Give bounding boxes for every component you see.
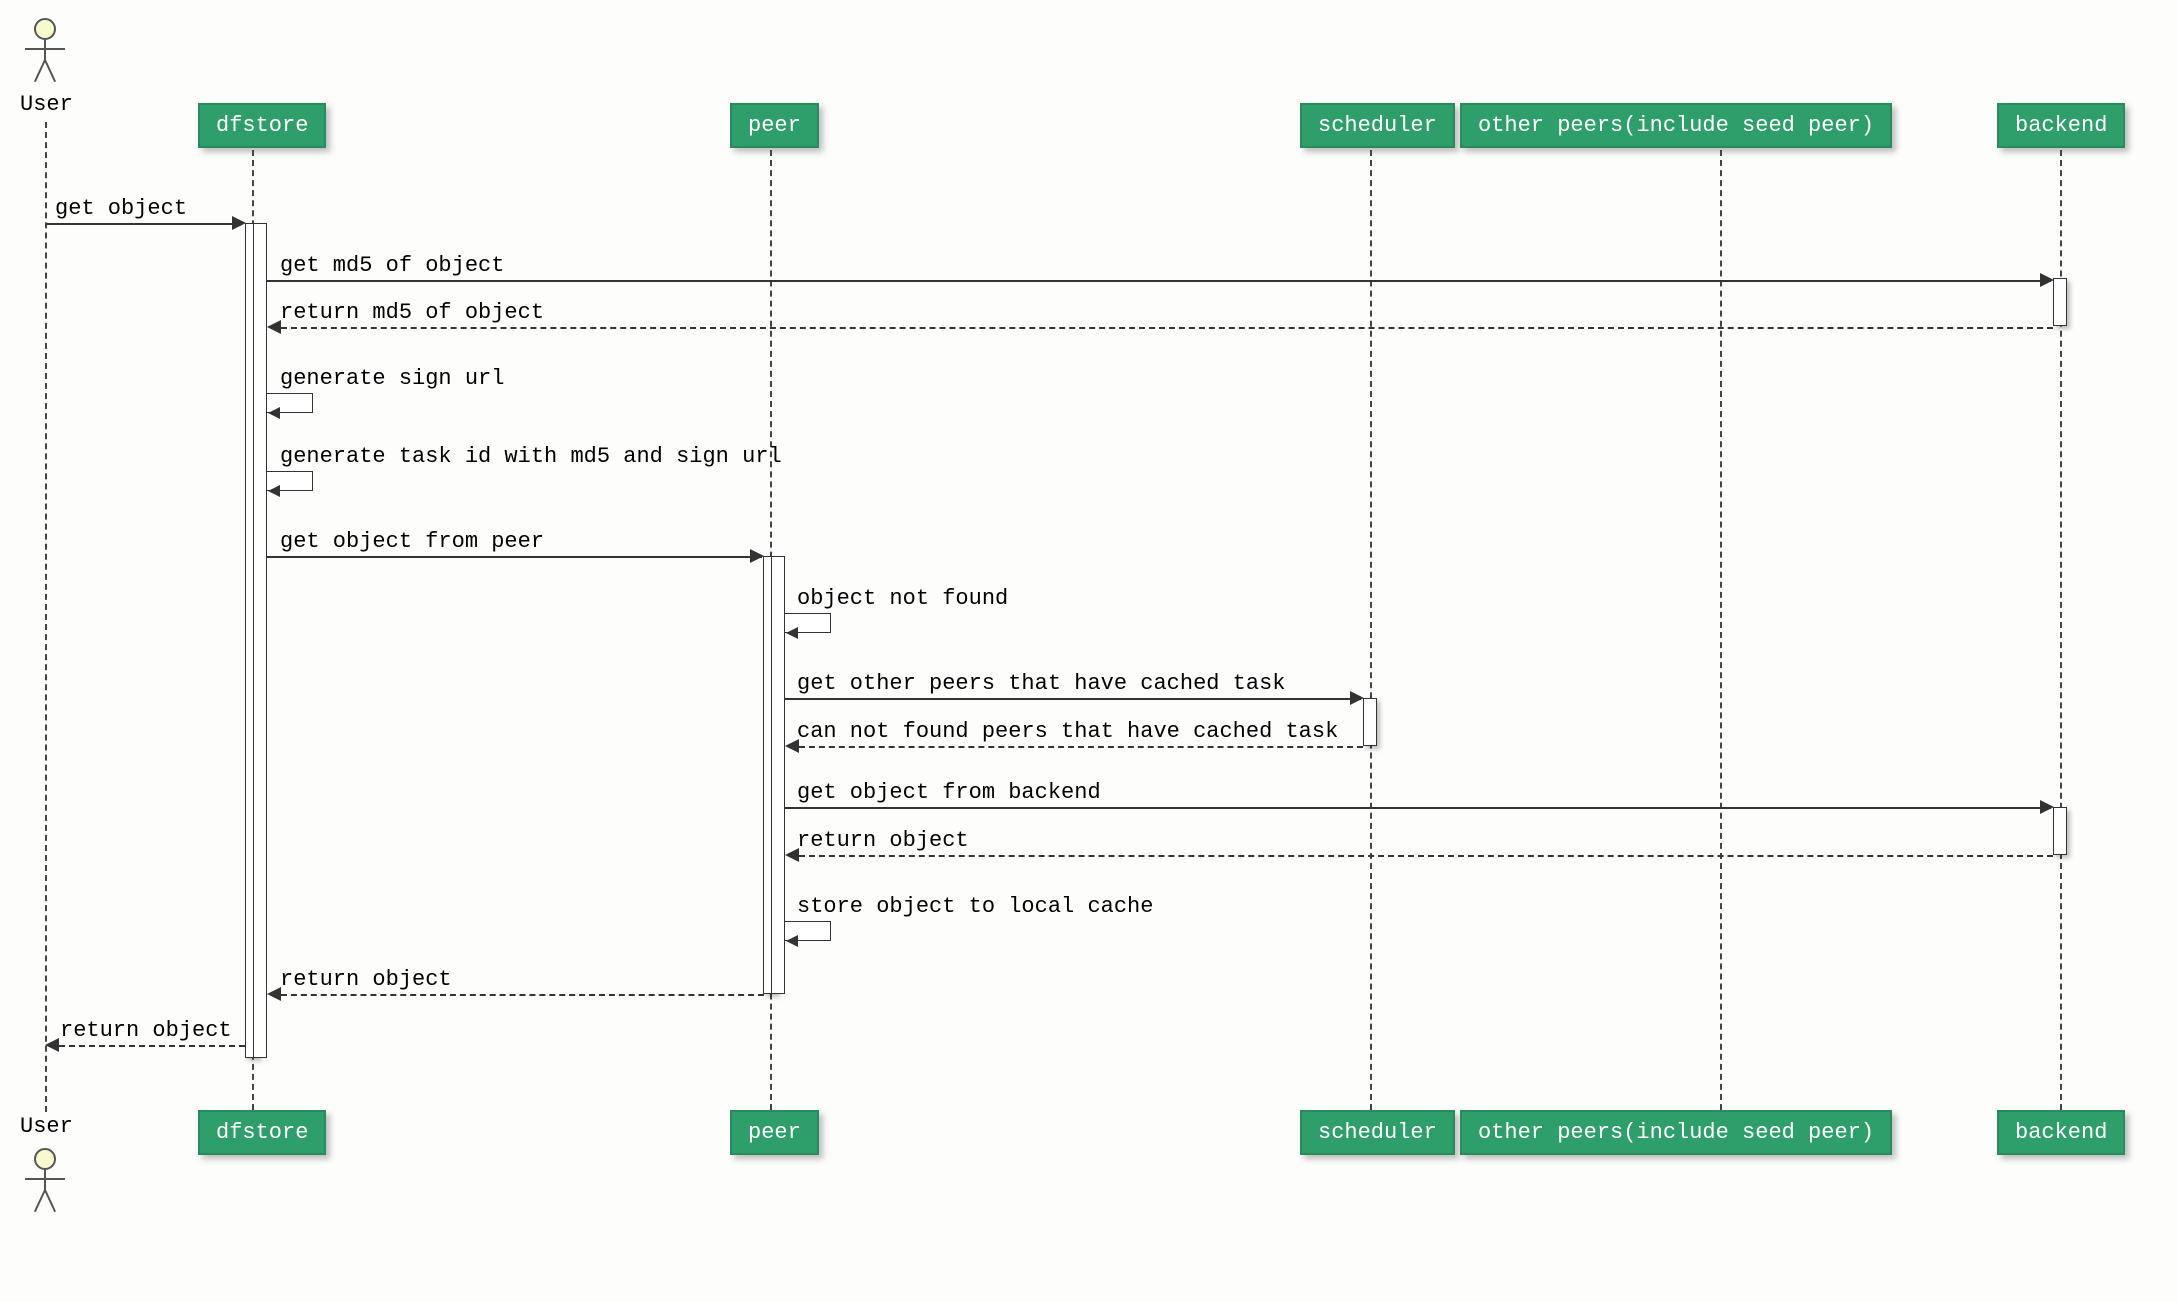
sequence-diagram: User dfstore peer scheduler other peers(… [0,0,2178,1302]
arrow-store-cache [786,935,798,947]
line-return-obj-user [59,1045,245,1047]
arrow-get-obj-peer [750,549,764,563]
actor-user-label-top: User [20,92,73,117]
arrow-return-obj-user [45,1038,59,1052]
actor-user-legr-bottom [44,1190,56,1213]
arrow-return-md5 [267,320,281,334]
arrow-get-other-peers [1350,691,1364,705]
actor-user-body-top [44,40,46,60]
arrow-get-object [232,216,246,230]
participant-peer-bottom: peer [730,1110,819,1155]
msg-store-cache: store object to local cache [797,894,1153,919]
activation-backend-2 [2053,807,2067,855]
actor-user-head-bottom [34,1148,56,1170]
msg-return-obj-user: return object [60,1018,232,1043]
participant-backend-top: backend [1997,103,2125,148]
arrow-not-found [786,627,798,639]
msg-return-obj-peer: return object [280,967,452,992]
participant-other-peers-top: other peers(include seed peer) [1460,103,1892,148]
participant-backend-bottom: backend [1997,1110,2125,1155]
line-get-md5 [267,280,2051,282]
msg-get-other-peers: get other peers that have cached task [797,671,1285,696]
arrow-gen-sign-url [268,407,280,419]
line-get-object [47,223,242,225]
participant-dfstore-bottom: dfstore [198,1110,326,1155]
participant-scheduler-top: scheduler [1300,103,1455,148]
actor-user-arms-top [25,48,65,50]
msg-get-backend: get object from backend [797,780,1101,805]
msg-no-peers: can not found peers that have cached tas… [797,719,1338,744]
participant-peer-top: peer [730,103,819,148]
arrow-get-md5 [2040,273,2054,287]
msg-get-object: get object [55,196,187,221]
arrow-gen-task-id [268,485,280,497]
actor-user-arms-bottom [25,1178,65,1180]
actor-user-legl-top [34,60,46,83]
line-return-md5 [281,327,2053,329]
line-no-peers [799,746,1363,748]
actor-user-head-top [34,18,56,40]
line-get-obj-peer [267,556,762,558]
participant-dfstore-top: dfstore [198,103,326,148]
participant-scheduler-bottom: scheduler [1300,1110,1455,1155]
lifeline-other-peers [1720,150,1722,1110]
lifeline-user [45,122,47,1112]
arrow-get-backend [2040,800,2054,814]
line-return-obj-peer [281,994,764,996]
msg-gen-task-id: generate task id with md5 and sign url [280,444,782,469]
msg-get-obj-peer: get object from peer [280,529,544,554]
actor-user-body-bottom [44,1170,46,1190]
msg-gen-sign-url: generate sign url [280,366,504,391]
activation-dfstore-inner [253,223,267,1058]
line-get-other-peers [785,698,1361,700]
line-return-obj-backend [799,855,2053,857]
actor-user-label-bottom: User [20,1114,73,1139]
msg-not-found: object not found [797,586,1008,611]
msg-return-md5: return md5 of object [280,300,544,325]
arrow-return-obj-backend [785,848,799,862]
participant-other-peers-bottom: other peers(include seed peer) [1460,1110,1892,1155]
actor-user-legr-top [44,60,56,83]
activation-peer-inner [771,556,785,994]
actor-user-legl-bottom [34,1190,46,1213]
activation-scheduler [1363,698,1377,746]
activation-backend-1 [2053,278,2067,326]
arrow-no-peers [785,739,799,753]
lifeline-scheduler [1370,150,1372,1110]
msg-return-obj-backend: return object [797,828,969,853]
line-get-backend [785,807,2051,809]
arrow-return-obj-peer [267,987,281,1001]
msg-get-md5: get md5 of object [280,253,504,278]
